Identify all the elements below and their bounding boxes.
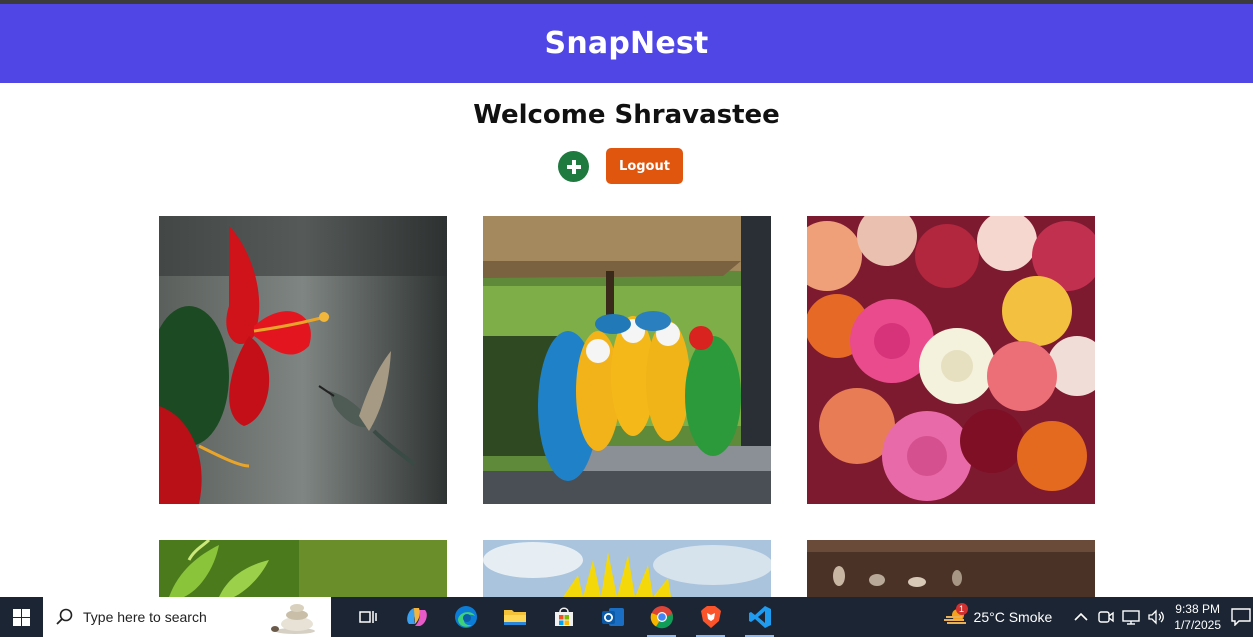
chrome-icon	[650, 606, 673, 629]
gallery-image-hummingbird[interactable]	[159, 216, 447, 504]
weather-text: 25°C Smoke	[973, 609, 1053, 625]
vscode-button[interactable]	[735, 597, 784, 637]
start-button[interactable]	[0, 597, 43, 637]
outlook-icon	[601, 608, 624, 626]
outlook-button[interactable]	[588, 597, 637, 637]
taskbar-search-box[interactable]: Type here to search	[43, 597, 331, 637]
vscode-icon	[748, 606, 771, 628]
search-icon	[56, 608, 73, 625]
copilot-icon	[406, 608, 427, 626]
clock-time: 9:38 PM	[1175, 602, 1220, 616]
add-photo-button[interactable]	[558, 151, 589, 182]
network-icon[interactable]	[1122, 609, 1140, 625]
weather-widget[interactable]: 1 25°C Smoke	[943, 603, 1075, 627]
volume-icon[interactable]	[1148, 609, 1166, 625]
meet-now-icon[interactable]	[1098, 609, 1114, 625]
chrome-button[interactable]	[637, 597, 686, 637]
brave-button[interactable]	[686, 597, 735, 637]
task-view-button[interactable]	[343, 597, 392, 637]
logout-button[interactable]: Logout	[606, 148, 683, 184]
store-icon	[554, 607, 573, 626]
weather-alert-badge: 1	[955, 603, 968, 615]
gallery-image-sunflower[interactable]	[483, 540, 771, 597]
brand-title: SnapNest	[544, 26, 709, 61]
search-highlight-stones-icon	[271, 604, 315, 634]
gallery-image-roses[interactable]	[807, 216, 1095, 504]
edge-button[interactable]	[441, 597, 490, 637]
microsoft-store-button[interactable]	[539, 597, 588, 637]
app-header: SnapNest	[0, 4, 1253, 83]
taskbar-clock[interactable]: 9:38 PM 1/7/2025	[1174, 601, 1221, 633]
notifications-icon[interactable]	[1231, 608, 1251, 626]
os-taskbar: Type here to search 1 25°C Smoke 9:38 PM…	[0, 597, 1253, 637]
system-tray: 1 25°C Smoke 9:38 PM 1/7/2025	[943, 597, 1253, 637]
windows-icon	[13, 608, 30, 626]
edge-icon	[454, 606, 477, 628]
folder-icon	[503, 610, 526, 625]
welcome-heading: Welcome Shravastee	[473, 100, 780, 130]
brave-icon	[700, 606, 721, 628]
clock-date: 1/7/2025	[1174, 618, 1221, 632]
gallery-image-birds[interactable]	[807, 540, 1095, 597]
gallery-image-parrots[interactable]	[483, 216, 771, 504]
copilot-button[interactable]	[392, 597, 441, 637]
search-placeholder: Type here to search	[83, 609, 207, 625]
task-view-icon	[358, 611, 377, 623]
file-explorer-button[interactable]	[490, 597, 539, 637]
gallery-image-leaves[interactable]	[159, 540, 447, 597]
plus-icon	[566, 159, 581, 174]
chevron-up-icon[interactable]	[1074, 612, 1088, 622]
